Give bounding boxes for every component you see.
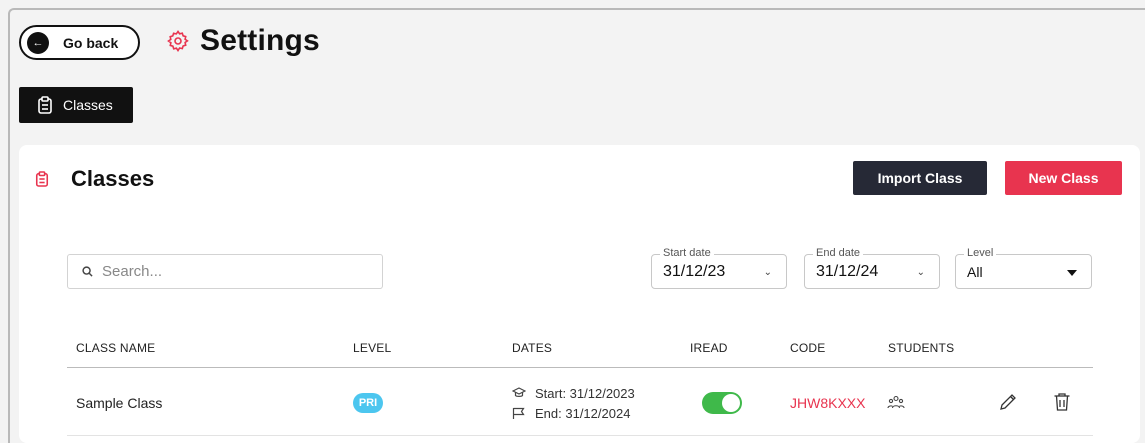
level-badge: PRI (353, 393, 383, 413)
end-date-text: End: 31/12/2024 (535, 405, 631, 421)
classes-header: Classes (35, 166, 154, 192)
graduation-cap-icon (512, 387, 526, 397)
start-date-text: Start: 31/12/2023 (535, 385, 635, 401)
go-back-button[interactable]: ← Go back (19, 25, 140, 60)
chevron-down-icon: ⌄ (763, 267, 772, 278)
gear-icon (167, 30, 189, 52)
tab-classes[interactable]: Classes (19, 87, 133, 123)
search-placeholder: Search... (102, 263, 163, 280)
flag-icon (512, 407, 525, 419)
column-header-code: CODE (790, 341, 826, 355)
new-class-button[interactable]: New Class (1005, 161, 1122, 195)
column-header-level: LEVEL (353, 341, 392, 355)
clipboard-icon (38, 96, 52, 114)
caret-down-icon (1067, 270, 1077, 276)
table-row-divider (67, 435, 1093, 436)
students-icon[interactable] (887, 395, 905, 410)
tab-classes-label: Classes (63, 97, 113, 113)
class-name-cell: Sample Class (76, 395, 163, 411)
column-header-students: STUDENTS (888, 341, 955, 355)
class-code: JHW8KXXX (790, 395, 866, 411)
go-back-label: Go back (63, 34, 119, 51)
clipboard-icon (35, 171, 49, 187)
start-date-label: Start date (660, 247, 714, 260)
level-label: Level (964, 247, 997, 260)
iread-toggle[interactable] (702, 392, 742, 414)
level-select[interactable]: Level All (955, 247, 1092, 289)
column-header-class-name: CLASS NAME (76, 341, 156, 355)
toggle-knob (722, 394, 740, 412)
search-icon (82, 266, 93, 277)
table-header-divider (67, 367, 1093, 368)
column-header-dates: DATES (512, 341, 553, 355)
end-date-field[interactable]: End date 31/12/24 ⌄ (804, 247, 940, 289)
start-date-field[interactable]: Start date 31/12/23 ⌄ (651, 247, 787, 289)
pencil-icon[interactable] (998, 392, 1018, 412)
dates-cell: Start: 31/12/2023 End: 31/12/2024 (512, 383, 635, 423)
import-class-button[interactable]: Import Class (853, 161, 987, 195)
start-date-value: 31/12/23 (663, 263, 726, 280)
end-date-label: End date (813, 247, 864, 260)
level-value: All (967, 264, 983, 280)
page-title: Settings (200, 24, 320, 57)
chevron-down-icon: ⌄ (916, 267, 925, 278)
end-date-value: 31/12/24 (816, 263, 879, 280)
column-header-iread: IREAD (690, 341, 728, 355)
arrow-left-icon: ← (27, 31, 49, 54)
search-input[interactable]: Search... (67, 254, 383, 289)
page-title-group: Settings (166, 24, 320, 58)
trash-icon[interactable] (1053, 392, 1071, 412)
classes-title: Classes (71, 166, 155, 191)
